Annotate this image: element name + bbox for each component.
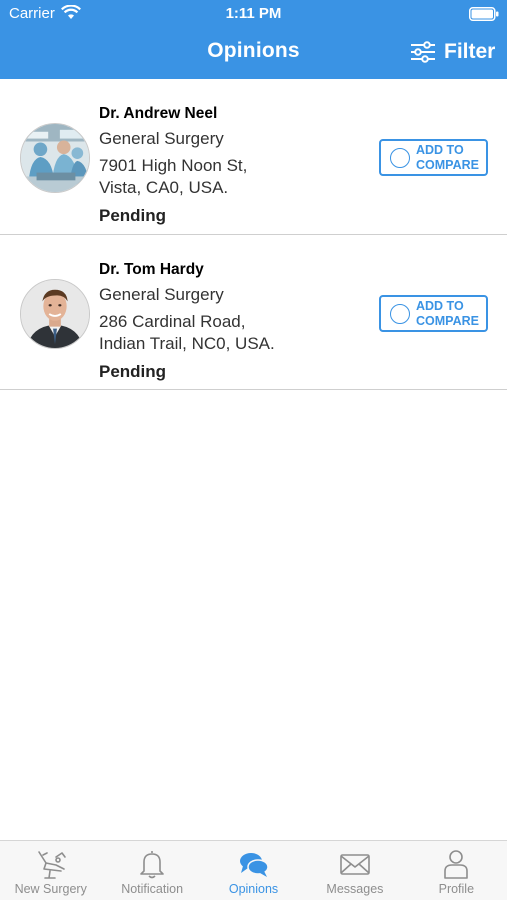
envelope-icon (340, 854, 370, 875)
person-icon (444, 850, 469, 879)
compare-label: ADD TO COMPARE (416, 298, 479, 328)
compare-label: ADD TO COMPARE (416, 142, 479, 172)
bell-icon (140, 851, 164, 879)
opinions-list: Dr. Andrew Neel General Surgery 7901 Hig… (0, 79, 507, 390)
tab-profile[interactable]: Profile (406, 841, 507, 900)
doctor-address: 286 Cardinal Road, Indian Trail, NC0, US… (99, 312, 275, 353)
surgical-team-photo (21, 124, 89, 192)
opinion-status: Pending (99, 362, 167, 381)
tab-notification[interactable]: Notification (101, 841, 202, 900)
tab-label: New Surgery (14, 882, 87, 896)
sliders-icon (411, 41, 435, 63)
doctor-card[interactable]: Dr. Andrew Neel General Surgery 7901 Hig… (0, 79, 507, 235)
doctor-specialty: General Surgery (99, 129, 224, 148)
battery-icon (469, 7, 499, 21)
tab-label: Notification (121, 882, 184, 896)
doctor-avatar (20, 279, 90, 349)
checkbox-circle-icon[interactable] (390, 303, 410, 324)
tab-label: Opinions (228, 882, 279, 896)
doctor-specialty: General Surgery (99, 285, 224, 304)
tab-new-surgery[interactable]: New Surgery (0, 841, 101, 900)
opinion-status: Pending (99, 206, 167, 225)
tab-label: Profile (438, 882, 475, 896)
doctor-avatar (20, 123, 90, 193)
doctor-name: Dr. Tom Hardy (99, 261, 204, 278)
doctor-info: Dr. Andrew Neel General Surgery 7901 Hig… (99, 104, 369, 227)
tab-label: Messages (326, 882, 384, 896)
doctor-name: Dr. Andrew Neel (99, 105, 218, 122)
filter-label: Filter (444, 40, 496, 63)
doctor-address: 7901 High Noon St, Vista, CA0, USA. (99, 156, 248, 197)
doctor-portrait-photo (21, 280, 89, 348)
status-time: 1:11 PM (225, 5, 282, 22)
tab-bar: New Surgery Notification Opinions Messag… (0, 840, 507, 900)
filter-button[interactable]: Filter (410, 37, 495, 67)
doctor-info: Dr. Tom Hardy General Surgery 286 Cardin… (99, 260, 369, 383)
add-to-compare-button[interactable]: ADD TO COMPARE (379, 139, 488, 176)
tab-messages[interactable]: Messages (304, 841, 405, 900)
tab-opinions[interactable]: Opinions (203, 841, 304, 900)
chat-bubbles-icon (239, 853, 269, 877)
add-to-compare-button[interactable]: ADD TO COMPARE (379, 295, 488, 332)
dental-chair-icon (37, 851, 66, 879)
doctor-card[interactable]: Dr. Tom Hardy General Surgery 286 Cardin… (0, 235, 507, 390)
checkbox-circle-icon[interactable] (390, 147, 410, 168)
navigation-header: Carrier 1:11 PM Opinions Filter (0, 0, 507, 79)
status-bar: Carrier 1:11 PM (0, 0, 507, 28)
